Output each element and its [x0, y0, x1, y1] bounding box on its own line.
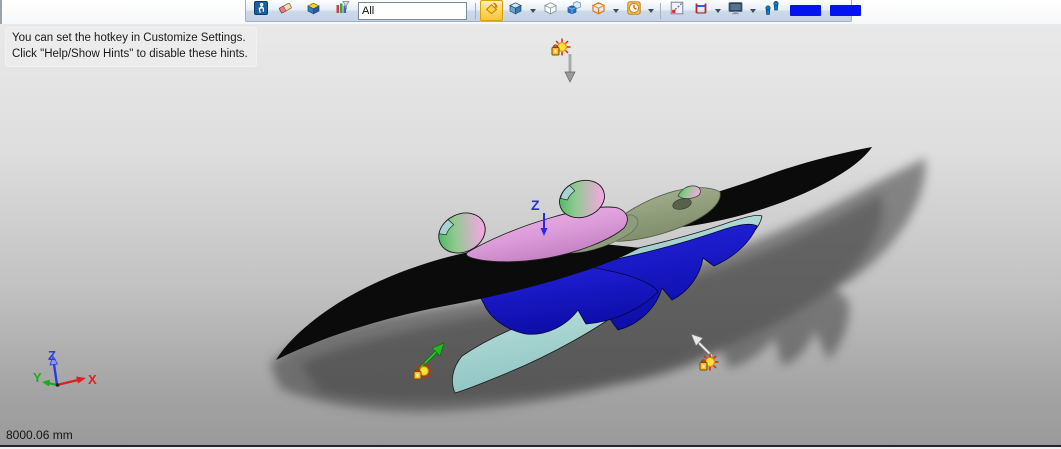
- view-orientation-button[interactable]: [480, 0, 503, 21]
- display-style-wireframe-icon: [542, 0, 559, 21]
- directional-light-top[interactable]: [551, 37, 576, 83]
- appearance-wirebox-button[interactable]: [587, 0, 610, 21]
- blue-swatch-button-1[interactable]: [790, 5, 821, 16]
- reference-triad: Z X Y: [33, 348, 97, 387]
- canopy-bump: [677, 185, 701, 199]
- titlebar: [0, 0, 1061, 24]
- hint-tooltip: You can set the hotkey in Customize Sett…: [5, 27, 257, 67]
- svg-text:Z: Z: [531, 197, 540, 213]
- triad-z-label: Z: [48, 348, 56, 363]
- screen-capture-dropdown[interactable]: [748, 1, 758, 20]
- selection-filter-icon: [334, 0, 350, 21]
- scene-clock-icon: [626, 0, 642, 21]
- section-view-icon: [669, 0, 685, 21]
- appearance-wirebox-icon: [590, 0, 607, 21]
- walk-navigation-icon: [253, 0, 269, 21]
- selection-filter-button[interactable]: [330, 0, 353, 21]
- graphics-viewport[interactable]: Z Z X Y You can set the hotkey in Custom…: [0, 24, 1061, 445]
- display-style-shaded-button[interactable]: [504, 0, 527, 21]
- box-display-button[interactable]: [302, 0, 325, 21]
- section-view-button[interactable]: [665, 0, 688, 21]
- scene-button[interactable]: [622, 0, 645, 21]
- screen-capture-button[interactable]: [724, 0, 747, 21]
- box-display-icon: [305, 0, 322, 21]
- measure-dropdown[interactable]: [713, 1, 723, 20]
- filter-combobox[interactable]: [358, 1, 467, 20]
- toolbar-separator: [660, 2, 661, 19]
- heads-up-view-toolbar: [245, 0, 861, 22]
- measure-button[interactable]: [689, 0, 712, 21]
- walk-figures-icon: [762, 0, 782, 22]
- eraser-button[interactable]: [273, 0, 296, 21]
- display-style-hidden-lines-icon: [566, 0, 583, 21]
- blue-swatch-button-2[interactable]: [830, 5, 861, 16]
- 3d-scene[interactable]: Z Z X Y: [0, 24, 1061, 445]
- display-style-dropdown[interactable]: [528, 1, 538, 20]
- view-orientation-icon: [483, 0, 500, 21]
- appearance-dropdown[interactable]: [611, 1, 621, 20]
- toolbar-separator: [475, 2, 476, 19]
- hint-line-2: Click "Help/Show Hints" to disable these…: [12, 48, 248, 61]
- measure-icon: [693, 0, 709, 21]
- triad-x-label: X: [88, 372, 97, 387]
- triad-y-label: Y: [33, 370, 42, 385]
- measurement-readout: 8000.06 mm: [6, 428, 73, 442]
- display-style-wireframe-button[interactable]: [539, 0, 562, 21]
- display-style-shaded-icon: [507, 0, 524, 21]
- hint-line-1: You can set the hotkey in Customize Sett…: [12, 32, 246, 44]
- display-style-hidden-lines-button[interactable]: [563, 0, 586, 21]
- screen-icon: [727, 0, 744, 21]
- scene-dropdown[interactable]: [646, 1, 656, 20]
- walk-figures-button[interactable]: [759, 0, 785, 21]
- application-window: Z: [0, 0, 1061, 449]
- walk-navigation-button[interactable]: [249, 0, 272, 21]
- eraser-icon: [277, 0, 293, 21]
